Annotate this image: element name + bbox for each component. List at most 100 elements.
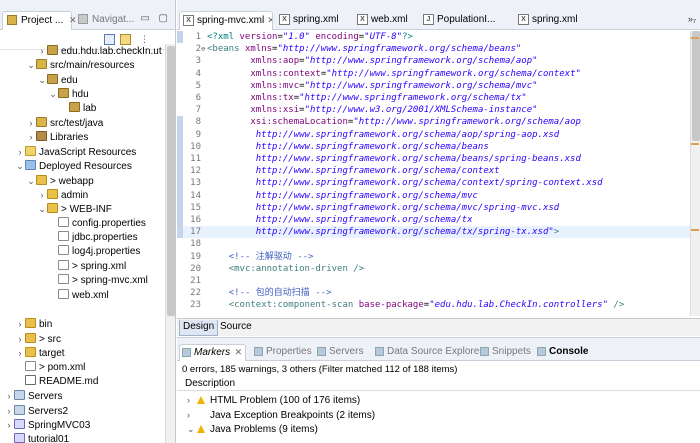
minimize-maximize-icons[interactable]: ▭ ▢ [140, 13, 171, 24]
collapsed-chevron-icon[interactable]: › [37, 188, 47, 202]
code-line[interactable]: 14 http://www.springframework.org/schema… [183, 190, 690, 202]
tree-item[interactable]: > spring-mvc.xml [0, 274, 165, 288]
expanded-chevron-icon[interactable]: ⌄ [48, 87, 58, 101]
expanded-chevron-icon[interactable]: ⌄ [187, 423, 197, 436]
code-line[interactable]: 7 xmlns:xsi="http://www.w3.org/2001/XMLS… [183, 104, 690, 116]
close-icon[interactable]: ✕ [267, 15, 272, 25]
code-line[interactable]: 6 xmlns:tx="http://www.springframework.o… [183, 92, 690, 104]
code-line[interactable]: 21 [183, 275, 690, 287]
tree-item[interactable]: › admin [0, 188, 165, 202]
editor-scrollbar[interactable] [690, 31, 700, 316]
code-line[interactable]: 13 http://www.springframework.org/schema… [183, 177, 690, 189]
tree-item[interactable]: README.md [0, 374, 165, 389]
tree-item[interactable]: › SpringMVC03 [0, 418, 165, 432]
tree-item[interactable]: › edu.hdu.lab.checkIn.ut [0, 44, 165, 58]
tab-properties[interactable]: Properties [252, 344, 312, 361]
problem-group-row[interactable]: › HTML Problem (100 of 176 items) [177, 394, 700, 407]
expanded-chevron-icon[interactable]: ⌄ [15, 159, 25, 173]
code-line[interactable]: 16 http://www.springframework.org/schema… [183, 214, 690, 226]
collapsed-chevron-icon[interactable]: › [26, 116, 36, 130]
editor-tab[interactable]: Xspring.xml [515, 11, 580, 30]
tree-item[interactable]: ⌄ edu [0, 73, 165, 87]
code-line[interactable]: 22 <!-- 包的自动扫描 --> [183, 287, 690, 299]
collapsed-chevron-icon[interactable]: › [37, 44, 47, 58]
tab-project-explorer[interactable]: Project ... ✕ [2, 11, 77, 30]
code-line[interactable]: 5 xmlns:mvc="http://www.springframework.… [183, 80, 690, 92]
code-line[interactable]: 8 xsi:schemaLocation="http://www.springf… [183, 116, 690, 128]
tree-item[interactable] [0, 303, 165, 317]
tree-item[interactable]: jdbc.properties [0, 231, 165, 245]
tab-markers[interactable]: Markers ✕ [179, 344, 247, 361]
tree-item[interactable]: > pom.xml [0, 360, 165, 375]
editor-tab[interactable]: J PopulationI... [420, 11, 512, 30]
warning-overview-mark[interactable] [691, 229, 699, 231]
code-line[interactable]: 11 http://www.springframework.org/schema… [183, 153, 690, 165]
collapsed-chevron-icon[interactable]: › [15, 346, 25, 360]
code-line[interactable]: 17 http://www.springframework.org/schema… [183, 226, 690, 239]
collapsed-chevron-icon[interactable]: › [4, 404, 14, 418]
tab-source[interactable]: Source [217, 320, 255, 336]
tab-servers[interactable]: Servers [315, 344, 363, 361]
problem-group-row[interactable]: › Java Exception Breakpoints (2 items) [177, 409, 700, 422]
collapsed-chevron-icon[interactable]: › [15, 145, 25, 159]
tree-item[interactable]: › JavaScript Resources [0, 145, 165, 159]
code-line[interactable]: 20 <mvc:annotation-driven /> [183, 263, 690, 275]
expanded-chevron-icon[interactable]: ⌄ [37, 73, 47, 87]
tree-item[interactable]: config.properties [0, 216, 165, 231]
tree-item[interactable]: › Libraries [0, 130, 165, 144]
tree-item[interactable]: › bin [0, 317, 165, 331]
collapsed-chevron-icon[interactable]: › [15, 317, 25, 331]
tab-data-source-explorer[interactable]: Data Source Explorer [373, 344, 483, 361]
collapsed-chevron-icon[interactable]: › [15, 332, 25, 346]
collapsed-chevron-icon[interactable]: › [187, 409, 197, 422]
close-icon[interactable]: ✕ [232, 347, 243, 357]
scrollbar-thumb[interactable] [692, 31, 700, 141]
more-tabs-indicator[interactable]: »₇ [688, 14, 696, 24]
code-line[interactable]: 4 xmlns:context="http://www.springframew… [183, 68, 690, 80]
code-line[interactable]: 18 [183, 238, 690, 250]
tree-item[interactable]: > spring.xml [0, 259, 165, 274]
expanded-chevron-icon[interactable]: ⌄ [26, 174, 36, 188]
collapsed-chevron-icon[interactable]: › [4, 389, 14, 403]
code-line[interactable]: 19 <!-- 注解驱动 --> [183, 251, 690, 263]
code-line[interactable]: 9 http://www.springframework.org/schema/… [183, 129, 690, 141]
tab-console[interactable]: Console [535, 344, 588, 361]
tab-navigator[interactable]: Navigat... [74, 11, 134, 30]
scrollbar-thumb[interactable] [167, 46, 175, 316]
editor-tab[interactable]: Xweb.xml [354, 11, 417, 30]
collapsed-chevron-icon[interactable]: › [26, 130, 36, 144]
left-scrollbar[interactable] [165, 44, 175, 443]
tree-item[interactable]: ⌄ Deployed Resources [0, 159, 165, 173]
tree-item[interactable]: log4j.properties [0, 245, 165, 259]
code-line[interactable]: 10 http://www.springframework.org/schema… [183, 141, 690, 153]
tab-snippets[interactable]: Snippets [478, 344, 531, 361]
tree-item[interactable]: tutorial01 [0, 432, 165, 443]
tree-item[interactable]: › > src [0, 332, 165, 346]
warning-overview-mark[interactable] [691, 37, 699, 39]
tree-item[interactable]: lab [0, 101, 165, 116]
tree-item[interactable]: ⌄ hdu [0, 87, 165, 101]
editor-tab[interactable]: Xspring-mvc.xml✕ [179, 11, 273, 30]
description-column-header[interactable]: Description [177, 376, 700, 391]
tree-item[interactable]: ⌄ src/main/resources [0, 58, 165, 72]
tab-design[interactable]: Design [179, 320, 219, 336]
expanded-chevron-icon[interactable]: ⌄ [37, 202, 47, 216]
code-line[interactable]: 2 ⊖ <beans xmlns="http://www.springframewo… [183, 43, 690, 55]
warning-overview-mark[interactable] [691, 143, 699, 145]
fold-toggle-icon[interactable]: ⊖ [201, 43, 205, 55]
tree-item[interactable]: › Servers [0, 389, 165, 403]
tree-item[interactable]: › Servers2 [0, 404, 165, 418]
tree-item[interactable]: ⌄ > WEB-INF [0, 202, 165, 216]
expanded-chevron-icon[interactable]: ⌄ [26, 58, 36, 72]
code-line[interactable]: 12 http://www.springframework.org/schema… [183, 165, 690, 177]
code-line[interactable]: 23 <context:component-scan base-package=… [183, 299, 690, 311]
problem-group-row[interactable]: ⌄ Java Problems (9 items) [177, 423, 700, 436]
code-area[interactable]: 1 <?xml version="1.0" encoding="UTF-8"?> 2… [177, 31, 700, 316]
tree-item[interactable]: ⌄ > webapp [0, 174, 165, 188]
collapsed-chevron-icon[interactable]: › [187, 394, 197, 407]
collapsed-chevron-icon[interactable]: › [4, 418, 14, 432]
code-line[interactable]: 3 xmlns:aop="http://www.springframework.… [183, 55, 690, 67]
editor-tab[interactable]: Xspring.xml [276, 11, 351, 30]
tree-item[interactable]: web.xml [0, 288, 165, 303]
tree-item[interactable]: › target [0, 346, 165, 360]
